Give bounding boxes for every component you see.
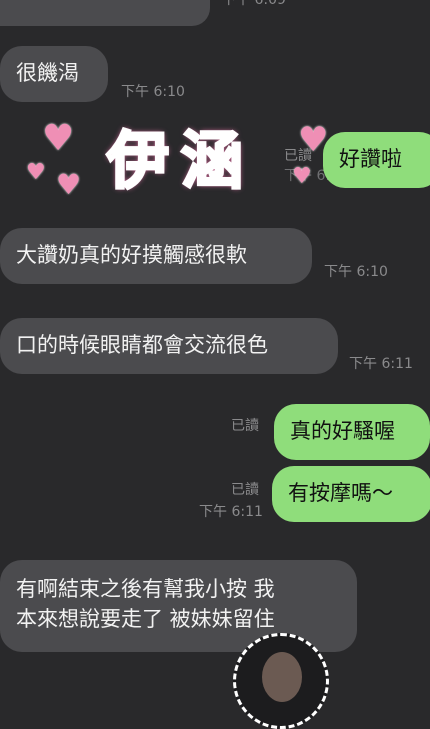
message-bubble-partial[interactable] xyxy=(0,0,210,26)
message-bubble-outgoing[interactable]: 真的好騷喔 xyxy=(274,404,430,460)
message-time: 下午 6:11 xyxy=(199,504,263,520)
message-text-line: 有啊結束之後有幫我小按 我 xyxy=(16,577,275,601)
heart-icon: ♥ xyxy=(26,160,46,185)
message-text: 口的時候眼睛都會交流很色 xyxy=(16,333,268,357)
sticker-text: 伊涵 xyxy=(105,123,256,199)
message-time: 下午 6:10 xyxy=(324,264,388,280)
message-text-line: 本來想說要走了 被妹妹留住 xyxy=(16,607,275,631)
avatar-photo xyxy=(262,652,302,702)
heart-icon: ♥ xyxy=(298,120,329,160)
message-text: 好讚啦 xyxy=(339,147,402,171)
heart-icon: ♥ xyxy=(292,164,312,189)
read-receipt: 已讀 xyxy=(231,482,259,498)
message-bubble-incoming[interactable]: 大讚奶真的好摸觸感很軟 xyxy=(0,228,312,284)
message-bubble-incoming[interactable]: 很饑渴 xyxy=(0,46,108,102)
heart-icon: ♥ xyxy=(56,168,82,201)
message-bubble-outgoing[interactable]: 有按摩嗎～ xyxy=(272,466,430,522)
heart-icon: ♥ xyxy=(42,118,75,159)
message-text: 有按摩嗎～ xyxy=(288,481,393,505)
message-bubble-outgoing[interactable]: 好讚啦 xyxy=(323,132,430,188)
message-bubble-incoming[interactable]: 口的時候眼睛都會交流很色 xyxy=(0,318,338,374)
message-text: 很饑渴 xyxy=(16,61,79,85)
message-time: 下午 6:11 xyxy=(349,356,413,372)
message-time: 下午 6:10 xyxy=(121,84,185,100)
avatar[interactable] xyxy=(233,633,329,729)
message-text: 真的好騷喔 xyxy=(290,419,395,443)
message-time: 下午 6:09 xyxy=(222,0,286,8)
sticker-overlay: ♥ ♥ ♥ ♥ ♥ 伊涵 xyxy=(22,108,328,208)
message-text: 大讚奶真的好摸觸感很軟 xyxy=(16,243,247,267)
read-receipt: 已讀 xyxy=(231,418,259,434)
